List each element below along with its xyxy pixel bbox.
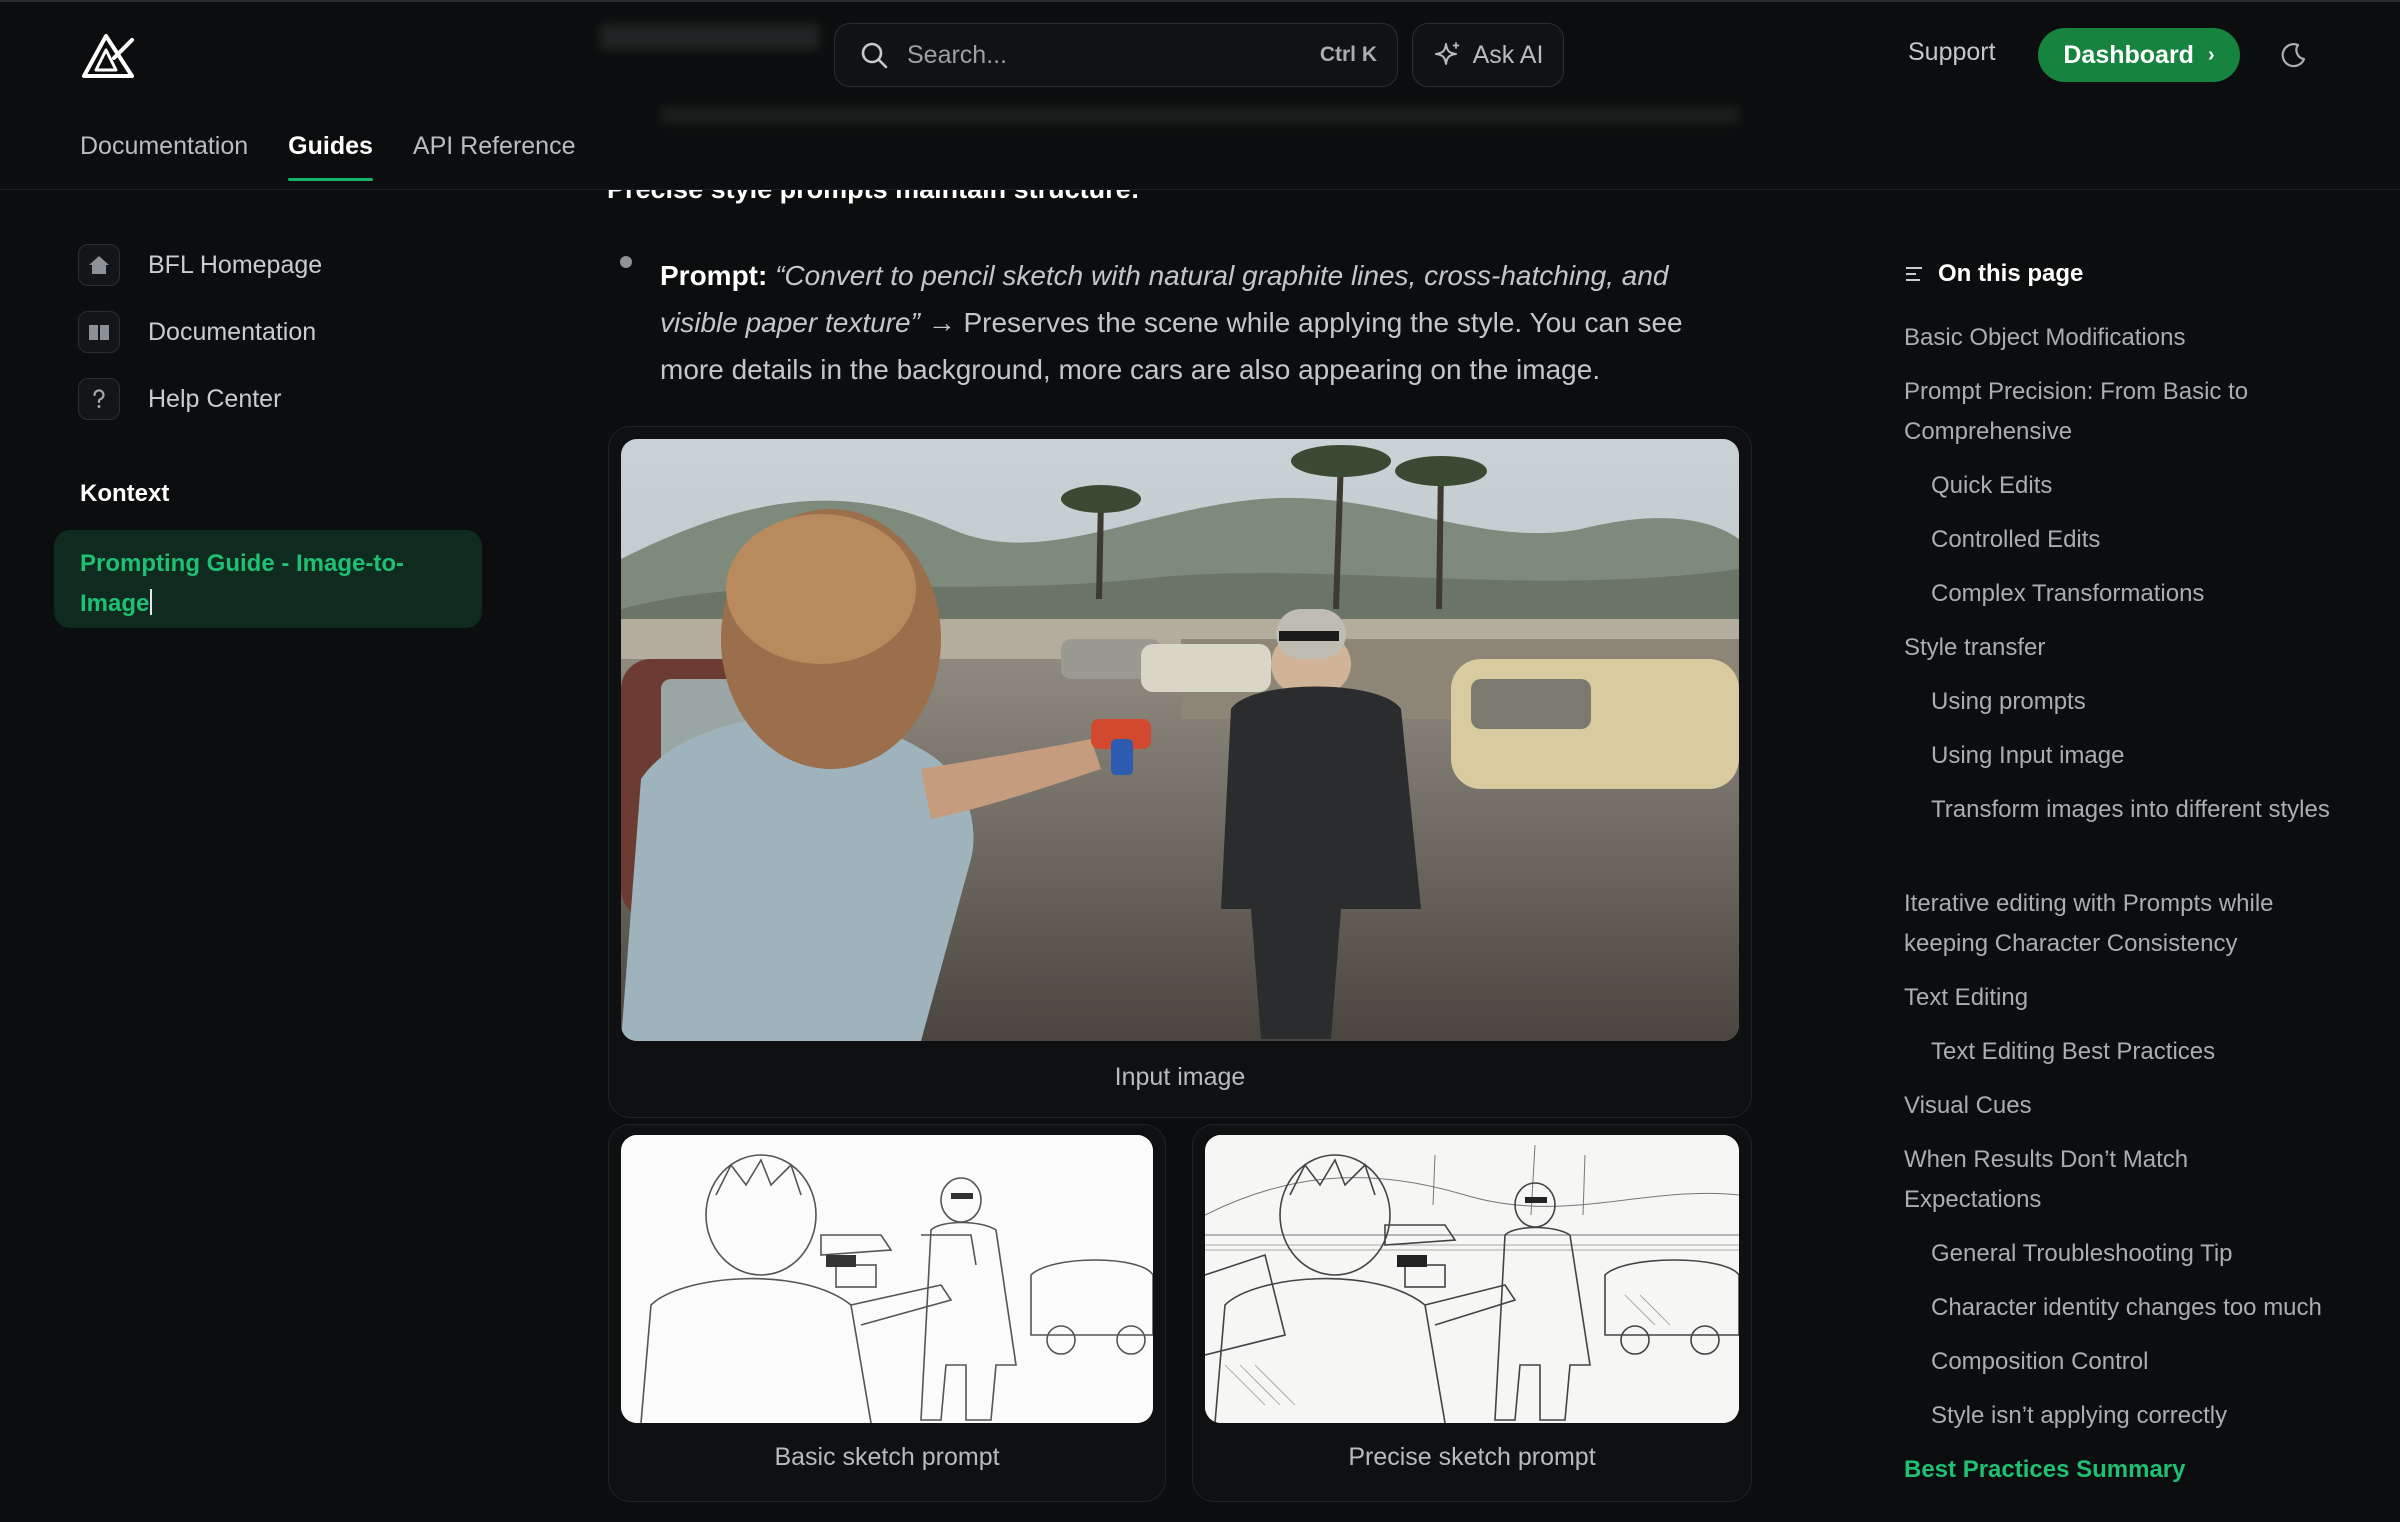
top-header: Search... Ctrl K Ask AI Support Dashboar… <box>0 0 2400 190</box>
ask-ai-button[interactable]: Ask AI <box>1412 23 1564 87</box>
sparkle-icon <box>1434 42 1459 65</box>
dashboard-label: Dashboard <box>2063 40 2194 69</box>
input-image[interactable] <box>621 439 1739 1041</box>
toc-item[interactable]: Quick Edits <box>1931 466 2052 506</box>
precise-sketch-image[interactable] <box>1205 1135 1739 1423</box>
basic-sketch-card: Basic sketch prompt <box>608 1124 1166 1502</box>
caption-precise-sketch: Precise sketch prompt <box>1348 1443 1596 1471</box>
toc-item[interactable]: Style isn’t applying correctly <box>1931 1396 2227 1436</box>
bfl-logo[interactable] <box>80 32 136 80</box>
caption-basic-sketch: Basic sketch prompt <box>774 1443 1000 1471</box>
input-image-card: Input image <box>608 426 1752 1118</box>
tab-documentation[interactable]: Documentation <box>80 132 248 181</box>
toc-title: On this page <box>1938 260 2084 287</box>
question-icon <box>93 389 105 408</box>
book-icon <box>89 325 109 340</box>
precise-sketch-card: Precise sketch prompt <box>1192 1124 1752 1502</box>
sidebar-item-prompting-guide[interactable]: Prompting Guide - Image-to-Image <box>54 530 482 628</box>
nav-tabs: Documentation Guides API Reference <box>80 132 576 181</box>
search-placeholder: Search... <box>907 40 1008 69</box>
sidebar-link-label: Documentation <box>148 317 317 346</box>
toc-item[interactable]: Transform images into different styles <box>1931 790 2331 830</box>
toc-item[interactable]: Style transfer <box>1904 628 2045 668</box>
home-icon <box>89 256 109 274</box>
left-sidebar: BFL Homepage Documentation Help Center K… <box>0 190 520 1522</box>
search-shortcut: Ctrl K <box>1319 43 1377 66</box>
sidebar-link-documentation[interactable]: Documentation <box>78 311 316 353</box>
search-icon <box>861 42 888 69</box>
sidebar-link-help-center[interactable]: Help Center <box>78 378 281 420</box>
toc-item[interactable]: When Results Don’t Match Expectations <box>1904 1140 2244 1220</box>
bullet-dot <box>620 256 632 268</box>
sidebar-section-kontext: Kontext <box>80 480 170 507</box>
ask-ai-label: Ask AI <box>1472 40 1544 69</box>
toc-item[interactable]: Visual Cues <box>1904 1086 2032 1126</box>
text-cursor <box>150 589 153 615</box>
caption-input-image: Input image <box>1114 1063 1246 1091</box>
prompt-label: Prompt: <box>660 260 768 291</box>
tab-api-reference[interactable]: API Reference <box>413 132 576 181</box>
bullet-paragraph: Prompt: “Convert to pencil sketch with n… <box>660 252 1720 393</box>
toc-item[interactable]: Complex Transformations <box>1931 574 2204 614</box>
toc-item[interactable]: Using prompts <box>1931 682 2086 722</box>
basic-sketch-image[interactable] <box>621 1135 1153 1423</box>
on-this-page-toc: On this page Basic Object Modifications … <box>1904 260 2364 1483</box>
toc-header: On this page <box>1904 260 2364 288</box>
toc-item[interactable]: Prompt Precision: From Basic to Comprehe… <box>1904 372 2324 452</box>
toc-item[interactable]: Using Input image <box>1931 736 2124 776</box>
tab-guides[interactable]: Guides <box>288 132 373 181</box>
arrow-glyph: → <box>927 307 956 338</box>
toc-item[interactable]: Iterative editing with Prompts while kee… <box>1904 884 2324 964</box>
list-icon <box>1906 267 1922 281</box>
toc-item[interactable]: Composition Control <box>1931 1342 2148 1382</box>
toc-item[interactable]: General Troubleshooting Tip <box>1931 1234 2233 1274</box>
sidebar-link-bfl-homepage[interactable]: BFL Homepage <box>78 244 322 286</box>
toc-item[interactable]: Character identity changes too much <box>1931 1288 2322 1328</box>
sidebar-link-label: BFL Homepage <box>148 250 323 279</box>
toc-item[interactable]: Text Editing Best Practices <box>1931 1032 2215 1072</box>
sidebar-item-label: Prompting Guide - Image-to-Image <box>80 550 404 617</box>
chevron-right-icon: › <box>2207 43 2215 66</box>
support-link[interactable]: Support <box>1908 38 1996 67</box>
toc-item-active[interactable]: Best Practices Summary <box>1904 1450 2185 1490</box>
toc-item[interactable]: Controlled Edits <box>1931 520 2100 560</box>
dashboard-button[interactable]: Dashboard › <box>2038 28 2240 82</box>
toc-item[interactable]: Basic Object Modifications <box>1904 318 2344 358</box>
search-bar[interactable]: Search... Ctrl K <box>834 23 1398 87</box>
toc-item[interactable]: Text Editing <box>1904 978 2028 1018</box>
main-content: Precise style prompts maintain structure… <box>600 0 1760 1522</box>
sidebar-link-label: Help Center <box>148 384 282 413</box>
theme-toggle-moon-icon[interactable] <box>2278 40 2308 70</box>
